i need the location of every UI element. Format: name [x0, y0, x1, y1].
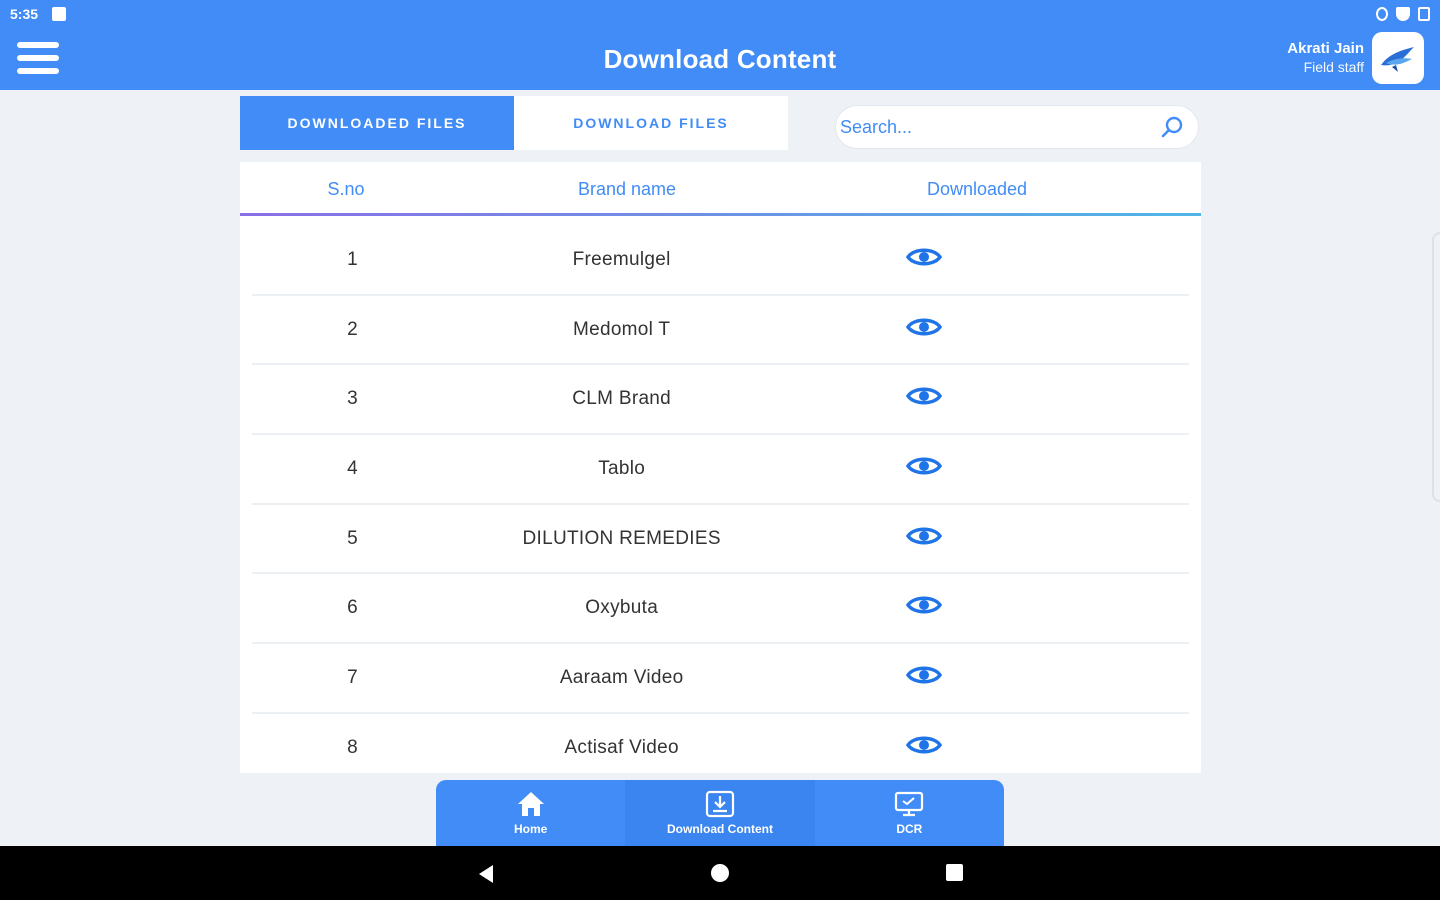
row-sno: 6	[347, 597, 359, 619]
home-circle-icon[interactable]	[711, 864, 729, 882]
header-sno: S.no	[327, 178, 365, 199]
row-sno: 4	[347, 457, 359, 479]
row-sno: 8	[347, 736, 359, 758]
avatar[interactable]	[1372, 32, 1424, 84]
row-brand: CLM Brand	[572, 388, 672, 410]
row-brand: Oxybuta	[585, 597, 659, 619]
monitor-icon	[895, 791, 924, 817]
user-name: Akrati Jain	[1287, 40, 1364, 57]
table-row: 5 DILUTION REMEDIES	[252, 505, 1189, 575]
row-brand: DILUTION REMEDIES	[522, 527, 721, 549]
recent-apps-icon[interactable]	[946, 864, 963, 881]
row-brand: Actisaf Video	[564, 736, 679, 758]
download-icon	[705, 790, 735, 818]
search-box	[836, 106, 1198, 148]
search-input[interactable]	[840, 116, 1160, 138]
nav-download-content[interactable]: Download Content	[625, 780, 815, 846]
row-brand: Aaraam Video	[559, 666, 684, 688]
view-eye-icon[interactable]	[906, 593, 943, 617]
view-eye-icon[interactable]	[906, 245, 943, 269]
app-bar: 5:35 Download Content Akrati Jain Field …	[0, 0, 1440, 90]
row-brand: Freemulgel	[572, 248, 671, 270]
nav-download-content-label: Download Content	[667, 822, 773, 836]
table-row: 4 Tablo	[252, 435, 1189, 505]
user-profile[interactable]: Akrati Jain Field staff	[1287, 32, 1424, 84]
table-row: 2 Medomol T	[252, 296, 1189, 366]
row-sno: 7	[347, 666, 359, 688]
view-eye-icon[interactable]	[906, 733, 943, 757]
table-row: 1 Freemulgel	[252, 226, 1189, 296]
view-eye-icon[interactable]	[906, 524, 943, 548]
tab-downloaded-files[interactable]: DOWNLOADED FILES	[240, 96, 514, 150]
nav-home-label: Home	[513, 822, 548, 836]
table-body: 1 Freemulgel 2 Medomol T 3 CLM Brand 4 T…	[240, 216, 1201, 773]
system-navigation-bar	[0, 846, 1440, 900]
row-sno: 3	[347, 388, 359, 410]
status-time: 5:35	[10, 6, 39, 22]
row-brand: Medomol T	[572, 318, 671, 340]
home-icon	[517, 792, 544, 816]
nav-home[interactable]: Home	[436, 780, 625, 846]
table-row: 7 Aaraam Video	[252, 644, 1189, 714]
row-sno: 5	[347, 527, 359, 549]
header-downloaded: Downloaded	[927, 178, 1028, 199]
battery-icon	[1418, 7, 1430, 21]
nav-dcr-label: DCR	[896, 822, 923, 836]
view-eye-icon[interactable]	[906, 315, 943, 339]
sync-icon	[1376, 7, 1388, 21]
table-row: 6 Oxybuta	[252, 574, 1189, 645]
content-tabs: DOWNLOADED FILES DOWNLOAD FILES	[240, 96, 788, 150]
row-brand: Tablo	[598, 457, 646, 479]
notification-icon	[52, 7, 67, 21]
row-sno: 1	[347, 248, 359, 270]
edge-panel-handle[interactable]	[1432, 232, 1440, 502]
search-icon[interactable]	[1160, 115, 1184, 139]
table-header: S.no Brand name Downloaded	[240, 162, 1201, 216]
view-eye-icon[interactable]	[906, 454, 943, 478]
bird-logo-icon	[1381, 47, 1414, 72]
view-eye-icon[interactable]	[906, 384, 943, 408]
table-row: 3 CLM Brand	[252, 365, 1189, 436]
nav-dcr[interactable]: DCR	[815, 780, 1004, 846]
wifi-icon	[1396, 7, 1410, 21]
header-brand-name: Brand name	[577, 178, 677, 199]
row-sno: 2	[347, 318, 359, 340]
back-icon[interactable]	[477, 864, 495, 884]
view-eye-icon[interactable]	[906, 663, 943, 687]
bottom-navigation: Home Download Content DCR	[436, 780, 1004, 846]
downloads-table: S.no Brand name Downloaded 1 Freemulgel …	[240, 162, 1201, 773]
page-title: Download Content	[603, 44, 837, 74]
table-row: 8 Actisaf Video	[252, 714, 1189, 773]
tab-download-files[interactable]: DOWNLOAD FILES	[514, 96, 788, 150]
user-role: Field staff	[1303, 59, 1364, 75]
status-bar: 5:35	[0, 0, 1440, 28]
